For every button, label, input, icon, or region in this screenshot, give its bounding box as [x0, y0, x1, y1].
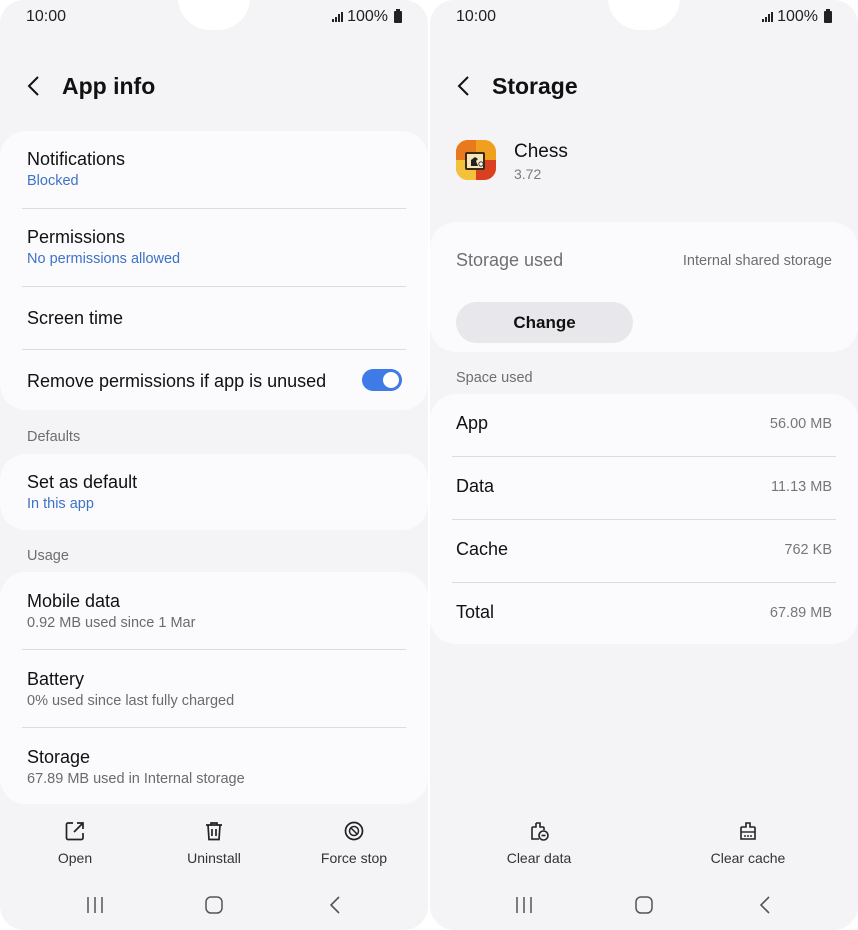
- battery-icon: [394, 9, 402, 23]
- app-size-value: 56.00 MB: [769, 416, 832, 432]
- section-header-space-used: Space used: [456, 370, 533, 386]
- battery-percent: 100%: [347, 8, 388, 25]
- battery-summary: 0% used since last fully charged: [27, 693, 235, 709]
- recent-apps-icon[interactable]: [65, 890, 125, 920]
- force-stop-label: Force stop: [320, 850, 388, 866]
- cache-size-label: Cache: [456, 539, 509, 559]
- nav-back-icon[interactable]: [735, 890, 795, 920]
- set-as-default-status: In this app: [27, 496, 94, 512]
- clear-data-button[interactable]: Clear data: [484, 818, 594, 866]
- screen-time-item[interactable]: Screen time: [27, 308, 406, 329]
- nav-back-icon[interactable]: [305, 890, 365, 920]
- signal-icon: [762, 12, 774, 22]
- divider: [452, 582, 836, 583]
- permissions-status: No permissions allowed: [27, 251, 181, 267]
- section-header-defaults: Defaults: [27, 429, 81, 445]
- permissions-item[interactable]: Permissions No permissions allowed: [27, 227, 406, 267]
- remove-permissions-toggle[interactable]: [362, 369, 402, 391]
- recent-apps-icon[interactable]: [494, 890, 554, 920]
- divider: [452, 456, 836, 457]
- app-size-label: App: [456, 413, 489, 433]
- notifications-label: Notifications: [27, 149, 126, 169]
- open-label: Open: [57, 850, 93, 866]
- app-name: Chess: [514, 141, 568, 162]
- storage-used-card: Storage used Internal shared storage Cha…: [430, 222, 858, 352]
- trash-icon: [159, 818, 269, 844]
- battery-label: Battery: [27, 669, 85, 689]
- open-external-icon: [20, 818, 130, 844]
- total-size-label: Total: [456, 602, 495, 622]
- divider: [22, 286, 406, 287]
- uninstall-button[interactable]: Uninstall: [159, 818, 269, 866]
- clear-cache-label: Clear cache: [710, 850, 786, 866]
- page-title: App info: [62, 72, 156, 99]
- storage-screen: 10:00 100% Storage Chess 3.72 Storage us…: [430, 0, 858, 930]
- clear-data-icon: [484, 818, 594, 844]
- space-used-card: App 56.00 MB Data 11.13 MB Cache 762 KB …: [430, 394, 858, 644]
- battery-icon: [824, 9, 832, 23]
- clear-data-label: Clear data: [506, 850, 572, 866]
- back-arrow-icon[interactable]: [456, 70, 488, 102]
- chess-app-icon: [456, 140, 496, 180]
- cache-size-value: 762 KB: [784, 542, 832, 558]
- storage-location: Internal shared storage: [682, 253, 832, 269]
- signal-icon: [332, 12, 344, 22]
- bottom-action-bar: Clear data Clear cache: [430, 818, 858, 868]
- remove-permissions-label: Remove permissions if app is unused: [27, 371, 327, 391]
- storage-label: Storage: [27, 747, 91, 767]
- status-bar: 10:00 100%: [456, 8, 832, 28]
- status-time: 10:00: [26, 8, 67, 25]
- divider: [452, 519, 836, 520]
- force-stop-button[interactable]: Force stop: [299, 818, 409, 866]
- back-arrow-icon[interactable]: [26, 70, 58, 102]
- notifications-status: Blocked: [27, 173, 79, 189]
- screen-time-label: Screen time: [27, 308, 124, 328]
- mobile-data-summary: 0.92 MB used since 1 Mar: [27, 615, 196, 631]
- divider: [22, 727, 406, 728]
- change-storage-button[interactable]: Change: [456, 302, 633, 343]
- data-size-label: Data: [456, 476, 495, 496]
- app-version: 3.72: [514, 166, 542, 182]
- total-size-value: 67.89 MB: [769, 605, 832, 621]
- header: App info: [26, 70, 155, 102]
- app-info-screen: 10:00 100% App info Notifications Blocke…: [0, 0, 428, 930]
- mobile-data-label: Mobile data: [27, 591, 121, 611]
- home-icon[interactable]: [614, 890, 674, 920]
- home-icon[interactable]: [184, 890, 244, 920]
- divider: [22, 349, 406, 350]
- remove-permissions-item[interactable]: Remove permissions if app is unused: [27, 371, 348, 392]
- open-button[interactable]: Open: [20, 818, 130, 866]
- permissions-label: Permissions: [27, 227, 126, 247]
- data-size-value: 11.13 MB: [771, 479, 832, 495]
- battery-item[interactable]: Battery 0% used since last fully charged: [27, 669, 406, 709]
- clear-cache-icon: [693, 818, 803, 844]
- divider: [22, 649, 406, 650]
- navigation-bar: [0, 890, 428, 920]
- usage-card: Mobile data 0.92 MB used since 1 Mar Bat…: [0, 572, 428, 804]
- set-as-default-item[interactable]: Set as default In this app: [27, 472, 406, 512]
- force-stop-icon: [299, 818, 409, 844]
- notifications-item[interactable]: Notifications Blocked: [27, 149, 406, 189]
- page-title: Storage: [492, 72, 578, 99]
- battery-percent: 100%: [777, 8, 818, 25]
- section-header-usage: Usage: [27, 548, 69, 564]
- status-bar: 10:00 100%: [26, 8, 402, 28]
- defaults-card: Set as default In this app: [0, 454, 428, 530]
- app-settings-card: Notifications Blocked Permissions No per…: [0, 131, 428, 410]
- header: Storage: [456, 70, 578, 102]
- set-as-default-label: Set as default: [27, 472, 138, 492]
- bottom-action-bar: Open Uninstall Force stop: [0, 818, 428, 868]
- navigation-bar: [430, 890, 858, 920]
- mobile-data-item[interactable]: Mobile data 0.92 MB used since 1 Mar: [27, 591, 406, 631]
- storage-item[interactable]: Storage 67.89 MB used in Internal storag…: [27, 747, 406, 787]
- divider: [22, 208, 406, 209]
- clear-cache-button[interactable]: Clear cache: [693, 818, 803, 866]
- storage-used-label: Storage used: [456, 250, 564, 270]
- storage-summary: 67.89 MB used in Internal storage: [27, 771, 245, 787]
- uninstall-label: Uninstall: [187, 850, 241, 866]
- status-time: 10:00: [456, 8, 497, 25]
